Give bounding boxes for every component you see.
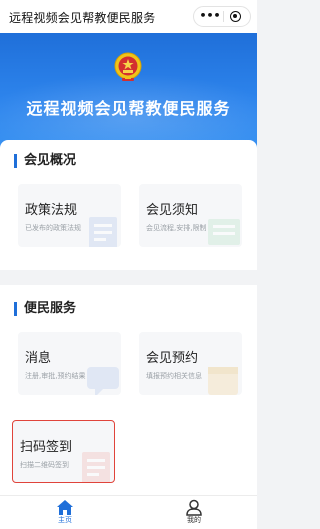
message-icon xyxy=(87,367,119,395)
app-title: 远程视频会见帮教便民服务 xyxy=(9,11,156,25)
card-title: 政策法规 xyxy=(25,203,78,218)
card-title: 会见须知 xyxy=(146,203,199,218)
card-meeting-appointment[interactable]: 会见预约 填报预约相关信息 xyxy=(139,332,242,395)
document-icon xyxy=(89,217,117,247)
home-icon xyxy=(57,500,73,515)
calendar-icon xyxy=(208,367,238,395)
tab-label: 我的 xyxy=(187,516,201,524)
qr-code-icon xyxy=(82,452,110,482)
card-qr-checkin[interactable]: 扫码签到 扫描二维码签到 xyxy=(12,420,115,483)
top-bar: 远程视频会见帮教便民服务 ••• xyxy=(0,0,257,33)
card-subtitle: 会见流程,安排,限制 xyxy=(146,224,207,232)
tab-mine[interactable]: 我的 xyxy=(174,499,214,529)
card-messages[interactable]: 消息 注册,审批,预约结果 xyxy=(18,332,121,395)
close-target-icon[interactable] xyxy=(230,11,241,22)
card-subtitle: 已发布的政策法规 xyxy=(25,224,81,232)
hero-banner: 远程视频会见帮教便民服务 xyxy=(0,33,257,153)
court-emblem-icon xyxy=(114,52,142,81)
tab-home[interactable]: 主页 xyxy=(45,499,85,529)
section-title: 会见概况 xyxy=(14,154,76,168)
more-options-button[interactable]: ••• xyxy=(199,7,221,26)
tab-label: 主页 xyxy=(58,516,72,524)
banner-headline: 远程视频会见帮教便民服务 xyxy=(26,99,231,118)
card-meeting-notice[interactable]: 会见须知 会见流程,安排,限制 xyxy=(139,184,242,247)
card-title: 消息 xyxy=(25,351,52,366)
card-policy-regulations[interactable]: 政策法规 已发布的政策法规 xyxy=(18,184,121,247)
section-meeting-overview: 会见概况 政策法规 已发布的政策法规 会见须知 会见流程,安排,限制 xyxy=(0,140,257,270)
notice-board-icon xyxy=(208,219,240,245)
card-subtitle: 填报预约相关信息 xyxy=(146,372,202,380)
mini-program-capsule: ••• xyxy=(193,6,251,27)
bottom-tab-bar: 主页 我的 xyxy=(0,495,257,529)
user-icon xyxy=(186,499,202,516)
capsule-divider xyxy=(223,11,224,22)
card-title: 会见预约 xyxy=(146,351,199,366)
card-title: 扫码签到 xyxy=(20,440,73,455)
card-subtitle: 注册,审批,预约结果 xyxy=(25,372,86,380)
section-title: 便民服务 xyxy=(14,302,76,316)
section-convenience-services: 便民服务 消息 注册,审批,预约结果 会见预约 填报预约相关信息 扫码签到 扫描… xyxy=(0,285,257,495)
card-subtitle: 扫描二维码签到 xyxy=(20,461,69,469)
